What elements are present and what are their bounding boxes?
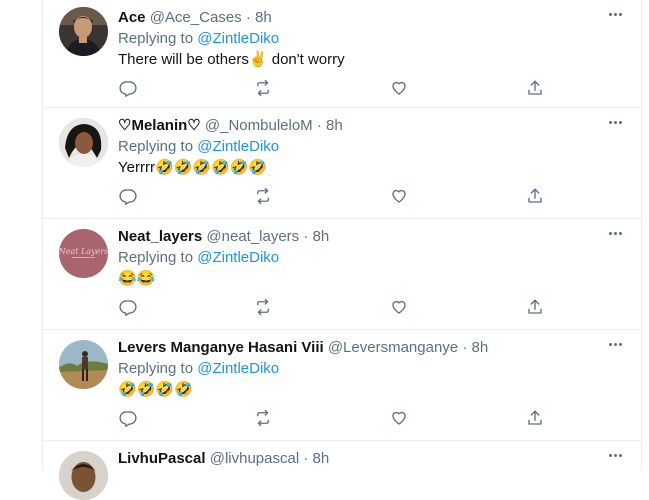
user-handle[interactable]: @neat_layers: [206, 228, 299, 245]
left-margin: [0, 0, 43, 470]
share-icon[interactable]: [525, 78, 545, 98]
more-icon[interactable]: [605, 445, 625, 465]
separator-dot: ·: [462, 339, 468, 356]
separator-dot: ·: [303, 450, 309, 467]
timestamp[interactable]: 8h: [471, 339, 488, 356]
avatar[interactable]: Neat Layers: [59, 229, 108, 278]
display-name[interactable]: Levers Manganye Hasani Viii: [118, 339, 324, 356]
timestamp[interactable]: 8h: [313, 450, 330, 467]
user-handle[interactable]: @Ace_Cases: [150, 9, 242, 26]
tweet[interactable]: LivhuPascal @livhupascal · 8h: [43, 441, 641, 500]
user-handle[interactable]: @Leversmanganye: [328, 339, 458, 356]
replying-to-label: Replying to: [118, 360, 198, 377]
tweet-text: There will be others✌️ don't worry: [118, 51, 345, 68]
avatar[interactable]: [59, 340, 108, 389]
tweet-header: Ace @Ace_Cases · 8h: [118, 8, 272, 27]
replying-to-label: Replying to: [118, 138, 198, 155]
reply-feed: Ace @Ace_Cases · 8h Replying to @ZintleD…: [42, 0, 642, 500]
user-handle[interactable]: @livhupascal: [210, 450, 299, 467]
tweet-text: Yerrrr🤣🤣🤣🤣🤣🤣: [118, 159, 268, 176]
tweet-text: 😂😂: [118, 270, 156, 287]
retweet-icon[interactable]: [253, 78, 273, 98]
replying-to-link[interactable]: @ZintleDiko: [197, 30, 279, 47]
share-icon[interactable]: [525, 186, 545, 206]
svg-text:Neat Layers: Neat Layers: [59, 247, 108, 256]
tweet[interactable]: Levers Manganye Hasani Viii @Leversmanga…: [43, 330, 641, 441]
heart-icon[interactable]: [389, 78, 409, 98]
replying-to-link[interactable]: @ZintleDiko: [197, 360, 279, 377]
more-icon[interactable]: [605, 334, 625, 354]
replying-to-label: Replying to: [118, 249, 198, 266]
tweet-header: Levers Manganye Hasani Viii @Leversmanga…: [118, 338, 488, 357]
tweet-header: LivhuPascal @livhupascal · 8h: [118, 449, 329, 468]
display-name[interactable]: LivhuPascal: [118, 450, 206, 467]
tweet-header: ♡Melanin♡ @_NombuleloM · 8h: [118, 116, 343, 135]
timestamp[interactable]: 8h: [326, 117, 343, 134]
reply-icon[interactable]: [118, 78, 138, 98]
replying-to: Replying to @ZintleDiko: [118, 248, 279, 267]
avatar[interactable]: [59, 451, 108, 500]
separator-dot: ·: [316, 117, 322, 134]
right-margin: [642, 0, 649, 470]
tweet-header: Neat_layers @neat_layers · 8h: [118, 227, 329, 246]
timestamp[interactable]: 8h: [255, 9, 272, 26]
reply-icon[interactable]: [118, 297, 138, 317]
more-icon[interactable]: [605, 112, 625, 132]
replying-to-link[interactable]: @ZintleDiko: [197, 138, 279, 155]
replying-to: Replying to @ZintleDiko: [118, 137, 279, 156]
heart-icon[interactable]: [389, 297, 409, 317]
tweet[interactable]: Ace @Ace_Cases · 8h Replying to @ZintleD…: [43, 0, 641, 108]
display-name[interactable]: Ace: [118, 9, 146, 26]
replying-to: Replying to @ZintleDiko: [118, 29, 279, 48]
replying-to-label: Replying to: [118, 30, 198, 47]
timestamp[interactable]: 8h: [313, 228, 330, 245]
user-handle[interactable]: @_NombuleloM: [205, 117, 313, 134]
display-name[interactable]: ♡Melanin♡: [118, 117, 201, 134]
replying-to-link[interactable]: @ZintleDiko: [197, 249, 279, 266]
tweet[interactable]: Neat Layers Neat_layers @neat_layers · 8…: [43, 219, 641, 330]
separator-dot: ·: [245, 9, 251, 26]
retweet-icon[interactable]: [253, 186, 273, 206]
more-icon[interactable]: [605, 223, 625, 243]
tweet-text: 🤣🤣🤣🤣: [118, 381, 193, 398]
separator-dot: ·: [303, 228, 309, 245]
retweet-icon[interactable]: [253, 408, 273, 428]
tweet-actions: [118, 78, 543, 98]
share-icon[interactable]: [525, 297, 545, 317]
tweet[interactable]: ♡Melanin♡ @_NombuleloM · 8h Replying to …: [43, 108, 641, 219]
more-icon[interactable]: [605, 4, 625, 24]
tweet-actions: [118, 186, 543, 206]
display-name[interactable]: Neat_layers: [118, 228, 202, 245]
reply-icon[interactable]: [118, 186, 138, 206]
retweet-icon[interactable]: [253, 297, 273, 317]
reply-icon[interactable]: [118, 408, 138, 428]
avatar[interactable]: [59, 7, 108, 56]
share-icon[interactable]: [525, 408, 545, 428]
tweet-actions: [118, 297, 543, 317]
tweet-actions: [118, 408, 543, 428]
avatar[interactable]: [59, 118, 108, 167]
heart-icon[interactable]: [389, 408, 409, 428]
replying-to: Replying to @ZintleDiko: [118, 359, 279, 378]
heart-icon[interactable]: [389, 186, 409, 206]
